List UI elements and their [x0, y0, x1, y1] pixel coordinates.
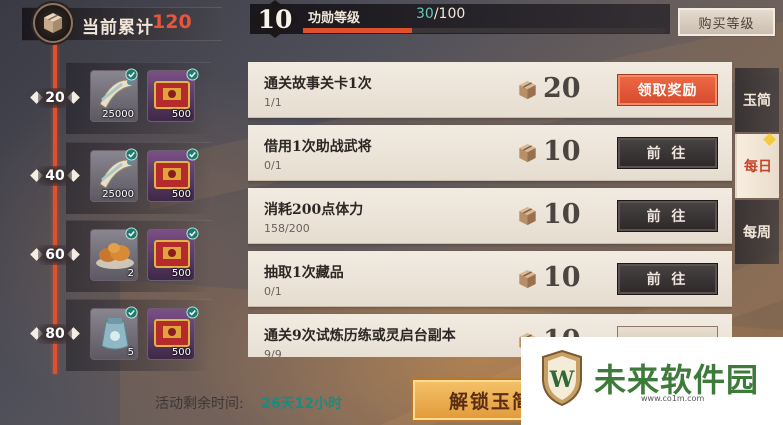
shield-logo-icon: W — [542, 349, 582, 407]
milestone-marker: 80 — [30, 324, 80, 344]
task-title: 借用1次助战武将 — [264, 139, 372, 155]
task-reward: 10 — [543, 199, 581, 230]
merit-progress-fill — [303, 28, 412, 33]
watermark-logo-letter: W — [549, 367, 575, 393]
task-card: 借用1次助战武将 0/1 10 前 往 — [248, 125, 732, 181]
unlock-button[interactable]: 解锁玉简 — [411, 378, 531, 422]
tab-daily[interactable]: 每日 — [735, 133, 779, 198]
reward-qty: 500 — [171, 109, 191, 120]
milestone-marker: 20 — [30, 88, 80, 108]
box-icon — [519, 143, 536, 163]
merit-progress-total: /100 — [433, 6, 466, 22]
tab-daily-label: 每日 — [744, 159, 772, 175]
check-icon — [125, 227, 138, 240]
task-reward: 10 — [543, 262, 581, 293]
reward-qty: 500 — [171, 347, 191, 358]
task-title: 通关9次试炼历练或灵启台副本 — [264, 328, 456, 344]
check-icon — [186, 148, 199, 161]
go-button[interactable]: 前 往 — [617, 200, 718, 232]
box-icon — [519, 206, 536, 226]
check-icon — [125, 68, 138, 81]
task-progress: 9/9 — [264, 348, 282, 357]
task-card: 消耗200点体力 158/200 10 前 往 — [248, 188, 732, 244]
reward-qty: 25000 — [102, 189, 134, 200]
check-icon — [186, 68, 199, 81]
box-emblem — [33, 3, 73, 43]
task-card: 抽取1次藏品 0/1 10 前 往 — [248, 251, 732, 307]
task-progress: 0/1 — [264, 159, 282, 172]
check-icon — [186, 227, 199, 240]
total-label: 当前累计 — [82, 18, 154, 38]
notification-diamond-icon — [763, 133, 776, 146]
task-progress: 0/1 — [264, 285, 282, 298]
check-icon — [186, 306, 199, 319]
milestone-marker: 40 — [30, 166, 80, 186]
milestone-level: 80 — [38, 324, 72, 344]
milestone-level: 20 — [38, 88, 72, 108]
task-title: 抽取1次藏品 — [264, 265, 344, 281]
milestone-level: 40 — [38, 166, 72, 186]
reward-qty: 25000 — [102, 109, 134, 120]
reward-qty: 5 — [127, 347, 134, 358]
reward-qty: 500 — [171, 268, 191, 279]
task-card: 通关故事关卡1次 1/1 20 领取奖励 — [248, 62, 732, 118]
reward-qty: 2 — [127, 268, 134, 279]
task-progress: 1/1 — [264, 96, 282, 109]
reward-qty: 500 — [171, 189, 191, 200]
box-icon — [44, 13, 62, 33]
merit-progress-bar — [303, 28, 665, 33]
tab-weekly[interactable]: 每周 — [735, 200, 779, 264]
merit-progress-text: 30/100 — [416, 6, 465, 22]
check-icon — [125, 306, 138, 319]
remaining-time-value: 26天12小时 — [261, 396, 342, 412]
task-reward: 20 — [543, 73, 581, 104]
box-icon — [519, 269, 536, 289]
task-list[interactable]: 通关故事关卡1次 1/1 20 领取奖励 借用1次助战武将 0/1 10 前 往… — [248, 62, 732, 357]
check-icon — [125, 148, 138, 161]
merit-label: 功勋等级 — [308, 11, 361, 26]
task-title: 消耗200点体力 — [264, 202, 364, 218]
claim-reward-button[interactable]: 领取奖励 — [617, 74, 718, 106]
milestone-level: 60 — [38, 245, 72, 265]
tab-jade-slip[interactable]: 玉简 — [735, 68, 779, 132]
buy-level-button[interactable]: 购买等级 — [677, 7, 776, 37]
total-value: 120 — [152, 11, 192, 33]
task-progress: 158/200 — [264, 222, 310, 235]
watermark: W 未来软件园 www.co1m.com — [521, 337, 783, 425]
remaining-time-label: 活动剩余时间: — [155, 396, 244, 412]
go-button[interactable]: 前 往 — [617, 263, 718, 295]
milestone-marker: 60 — [30, 245, 80, 265]
watermark-url: www.co1m.com — [641, 394, 705, 403]
box-icon — [519, 80, 536, 100]
task-title: 通关故事关卡1次 — [264, 76, 372, 92]
merit-progress-current: 30 — [416, 6, 434, 22]
go-button[interactable]: 前 往 — [617, 137, 718, 169]
task-reward: 10 — [543, 136, 581, 167]
